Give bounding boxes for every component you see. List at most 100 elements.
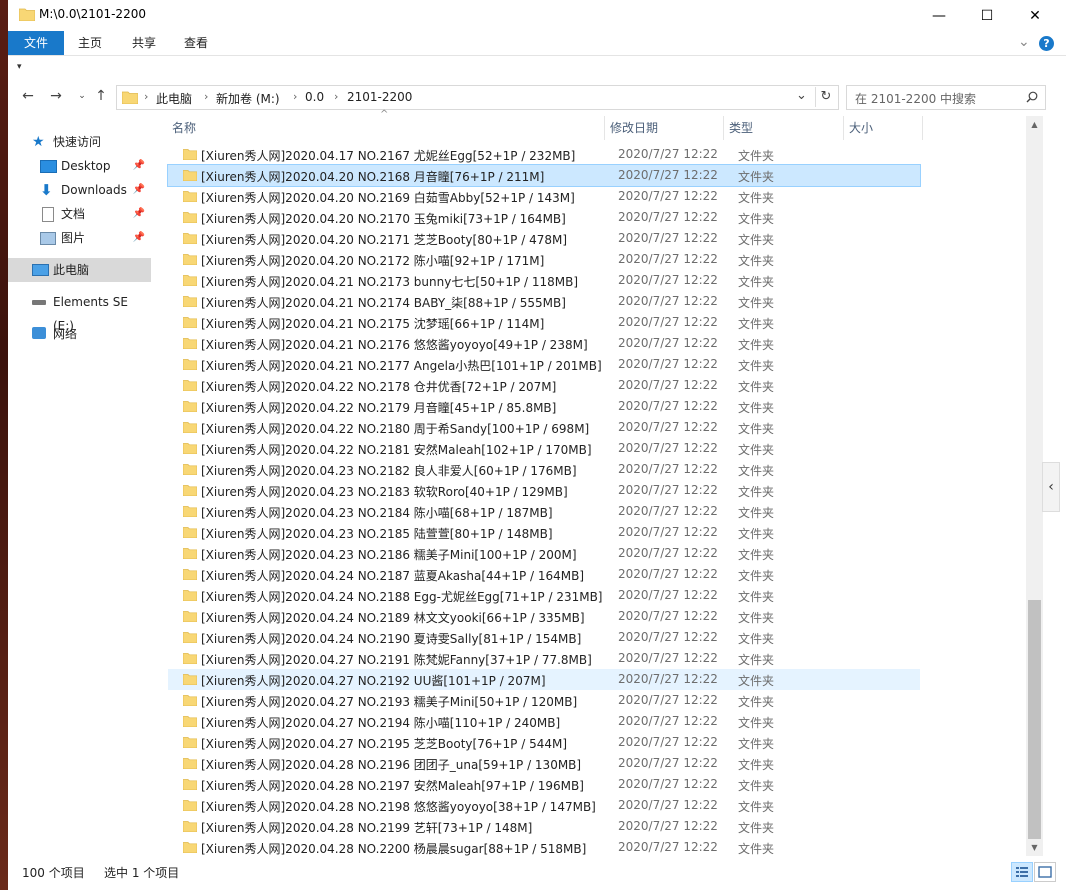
- back-arrow-icon[interactable]: ←: [18, 88, 38, 104]
- folder-icon: [183, 632, 197, 643]
- file-row[interactable]: [Xiuren秀人网]2020.04.20 NO.2168 月音瞳[76+1P …: [167, 164, 921, 187]
- up-arrow-icon[interactable]: ↑: [91, 88, 111, 104]
- pane-collapse-icon[interactable]: ‹: [1042, 462, 1060, 512]
- file-type: 文件夹: [738, 275, 775, 289]
- file-row[interactable]: [Xiuren秀人网]2020.04.28 NO.2196 团团子_una[59…: [168, 753, 920, 774]
- tab-file[interactable]: 文件: [8, 31, 64, 55]
- file-row[interactable]: [Xiuren秀人网]2020.04.20 NO.2169 白茹雪Abby[52…: [168, 186, 920, 207]
- file-row[interactable]: [Xiuren秀人网]2020.04.21 NO.2174 BABY_柒[88+…: [168, 291, 920, 312]
- nav-quick-access[interactable]: ★ 快速访问: [8, 130, 151, 154]
- file-row[interactable]: [Xiuren秀人网]2020.04.24 NO.2190 夏诗雯Sally[8…: [168, 627, 920, 648]
- file-row[interactable]: [Xiuren秀人网]2020.04.21 NO.2175 沈梦瑶[66+1P …: [168, 312, 920, 333]
- maximize-button[interactable]: ☐: [964, 0, 1010, 31]
- file-row[interactable]: [Xiuren秀人网]2020.04.21 NO.2176 悠悠酱yoyoyo[…: [168, 333, 920, 354]
- tab-view[interactable]: 查看: [174, 31, 218, 55]
- file-row[interactable]: [Xiuren秀人网]2020.04.21 NO.2173 bunny七七[50…: [168, 270, 920, 291]
- folder-icon: [183, 842, 197, 853]
- file-name: [Xiuren秀人网]2020.04.28 NO.2200 杨晨晨sugar[8…: [201, 842, 587, 856]
- column-divider: [723, 116, 724, 140]
- recent-dropdown-icon[interactable]: ⌄: [72, 91, 92, 101]
- qat-dropdown-icon[interactable]: ▾: [17, 62, 22, 72]
- file-name: [Xiuren秀人网]2020.04.23 NO.2185 陆萱萱[80+1P …: [201, 527, 553, 541]
- file-row[interactable]: [Xiuren秀人网]2020.04.27 NO.2194 陈小喵[110+1P…: [168, 711, 920, 732]
- file-row[interactable]: [Xiuren秀人网]2020.04.28 NO.2198 悠悠酱yoyoyo[…: [168, 795, 920, 816]
- address-row: ← → ⌄ ↑ › 此电脑 › 新加卷 (M:) › 0.0 › 2101-22…: [8, 82, 1066, 112]
- pin-icon: 📌: [132, 232, 145, 243]
- vertical-scrollbar[interactable]: ▲ ▼: [1026, 116, 1043, 856]
- file-row[interactable]: [Xiuren秀人网]2020.04.28 NO.2199 艺轩[73+1P /…: [168, 816, 920, 837]
- file-row[interactable]: [Xiuren秀人网]2020.04.20 NO.2171 芝芝Booty[80…: [168, 228, 920, 249]
- help-icon[interactable]: ?: [1039, 36, 1054, 51]
- file-name: [Xiuren秀人网]2020.04.28 NO.2196 团团子_una[59…: [201, 758, 582, 772]
- details-view-icon: [1016, 867, 1028, 877]
- file-date: 2020/7/27 12:22: [618, 147, 718, 161]
- folder-icon: [183, 800, 197, 811]
- file-name: [Xiuren秀人网]2020.04.17 NO.2167 尤妮丝Egg[52+…: [201, 149, 576, 163]
- nav-desktop[interactable]: Desktop 📌: [8, 154, 151, 178]
- address-bar[interactable]: › 此电脑 › 新加卷 (M:) › 0.0 › 2101-2200 ⌄ ↻: [116, 85, 839, 110]
- breadcrumb-current[interactable]: 2101-2200: [347, 90, 412, 104]
- folder-icon: [183, 653, 197, 664]
- scroll-thumb[interactable]: [1028, 600, 1041, 839]
- nav-network[interactable]: 网络: [8, 322, 151, 346]
- file-row[interactable]: [Xiuren秀人网]2020.04.27 NO.2192 UU酱[101+1P…: [168, 669, 920, 690]
- file-row[interactable]: [Xiuren秀人网]2020.04.22 NO.2180 周于希Sandy[1…: [168, 417, 920, 438]
- file-date: 2020/7/27 12:22: [618, 798, 718, 812]
- file-type: 文件夹: [738, 506, 775, 520]
- nav-documents[interactable]: 文档 📌: [8, 202, 151, 226]
- column-type[interactable]: 类型: [729, 116, 753, 140]
- close-button[interactable]: ✕: [1012, 0, 1058, 31]
- ribbon-expand-icon[interactable]: ⌄: [1018, 34, 1030, 50]
- tab-home[interactable]: 主页: [68, 31, 112, 55]
- breadcrumb-drive[interactable]: 新加卷 (M:): [216, 90, 280, 107]
- file-row[interactable]: [Xiuren秀人网]2020.04.23 NO.2182 良人非爱人[60+1…: [168, 459, 920, 480]
- file-row[interactable]: [Xiuren秀人网]2020.04.21 NO.2177 Angela小热巴[…: [168, 354, 920, 375]
- tab-share[interactable]: 共享: [122, 31, 166, 55]
- nav-this-pc[interactable]: 此电脑: [8, 258, 151, 282]
- nav-drive-e[interactable]: Elements SE (E:): [8, 290, 151, 333]
- file-name: [Xiuren秀人网]2020.04.27 NO.2195 芝芝Booty[76…: [201, 737, 568, 751]
- file-type: 文件夹: [738, 338, 775, 352]
- file-row[interactable]: [Xiuren秀人网]2020.04.27 NO.2191 陈梵妮Fanny[3…: [168, 648, 920, 669]
- refresh-icon[interactable]: ↻: [815, 87, 836, 107]
- details-view-button[interactable]: [1011, 862, 1033, 882]
- file-row[interactable]: [Xiuren秀人网]2020.04.23 NO.2184 陈小喵[68+1P …: [168, 501, 920, 522]
- chevron-right-icon: ›: [293, 90, 298, 103]
- file-row[interactable]: [Xiuren秀人网]2020.04.23 NO.2185 陆萱萱[80+1P …: [168, 522, 920, 543]
- address-dropdown-icon[interactable]: ⌄: [796, 88, 807, 103]
- file-row[interactable]: [Xiuren秀人网]2020.04.27 NO.2193 糯美子Mini[50…: [168, 690, 920, 711]
- nav-pictures[interactable]: 图片 📌: [8, 226, 151, 250]
- file-row[interactable]: [Xiuren秀人网]2020.04.24 NO.2187 蓝夏Akasha[4…: [168, 564, 920, 585]
- search-placeholder: 在 2101-2200 中搜索: [855, 92, 977, 106]
- file-row[interactable]: [Xiuren秀人网]2020.04.24 NO.2188 Egg-尤妮丝Egg…: [168, 585, 920, 606]
- search-box[interactable]: 在 2101-2200 中搜索: [846, 85, 1046, 110]
- file-name: [Xiuren秀人网]2020.04.23 NO.2183 软软Roro[40+…: [201, 485, 568, 499]
- file-row[interactable]: [Xiuren秀人网]2020.04.28 NO.2200 杨晨晨sugar[8…: [168, 837, 920, 858]
- column-date[interactable]: 修改日期: [610, 116, 658, 140]
- column-size[interactable]: 大小: [849, 116, 873, 140]
- minimize-button[interactable]: —: [916, 0, 962, 31]
- file-row[interactable]: [Xiuren秀人网]2020.04.23 NO.2183 软软Roro[40+…: [168, 480, 920, 501]
- file-row[interactable]: [Xiuren秀人网]2020.04.27 NO.2195 芝芝Booty[76…: [168, 732, 920, 753]
- breadcrumb-this-pc[interactable]: 此电脑: [156, 90, 192, 107]
- scroll-up-icon[interactable]: ▲: [1026, 116, 1043, 133]
- file-row[interactable]: [Xiuren秀人网]2020.04.17 NO.2167 尤妮丝Egg[52+…: [168, 144, 920, 165]
- quick-access-toolbar: ▾: [8, 56, 1066, 82]
- file-type: 文件夹: [738, 821, 775, 835]
- file-row[interactable]: [Xiuren秀人网]2020.04.24 NO.2189 林文文yooki[6…: [168, 606, 920, 627]
- file-row[interactable]: [Xiuren秀人网]2020.04.20 NO.2172 陈小喵[92+1P …: [168, 249, 920, 270]
- file-row[interactable]: [Xiuren秀人网]2020.04.22 NO.2178 仓井优香[72+1P…: [168, 375, 920, 396]
- file-row[interactable]: [Xiuren秀人网]2020.04.22 NO.2181 安然Maleah[1…: [168, 438, 920, 459]
- file-row[interactable]: [Xiuren秀人网]2020.04.20 NO.2170 玉兔miki[73+…: [168, 207, 920, 228]
- pictures-icon: [40, 232, 56, 245]
- file-name: [Xiuren秀人网]2020.04.27 NO.2194 陈小喵[110+1P…: [201, 716, 561, 730]
- file-row[interactable]: [Xiuren秀人网]2020.04.28 NO.2197 安然Maleah[9…: [168, 774, 920, 795]
- forward-arrow-icon[interactable]: →: [46, 88, 66, 104]
- large-icons-view-button[interactable]: [1034, 862, 1056, 882]
- breadcrumb-folder[interactable]: 0.0: [305, 90, 324, 104]
- file-row[interactable]: [Xiuren秀人网]2020.04.23 NO.2186 糯美子Mini[10…: [168, 543, 920, 564]
- nav-downloads[interactable]: ⬇ Downloads 📌: [8, 178, 151, 202]
- column-name[interactable]: 名称: [172, 116, 196, 140]
- file-row[interactable]: [Xiuren秀人网]2020.04.22 NO.2179 月音瞳[45+1P …: [168, 396, 920, 417]
- scroll-down-icon[interactable]: ▼: [1026, 839, 1043, 856]
